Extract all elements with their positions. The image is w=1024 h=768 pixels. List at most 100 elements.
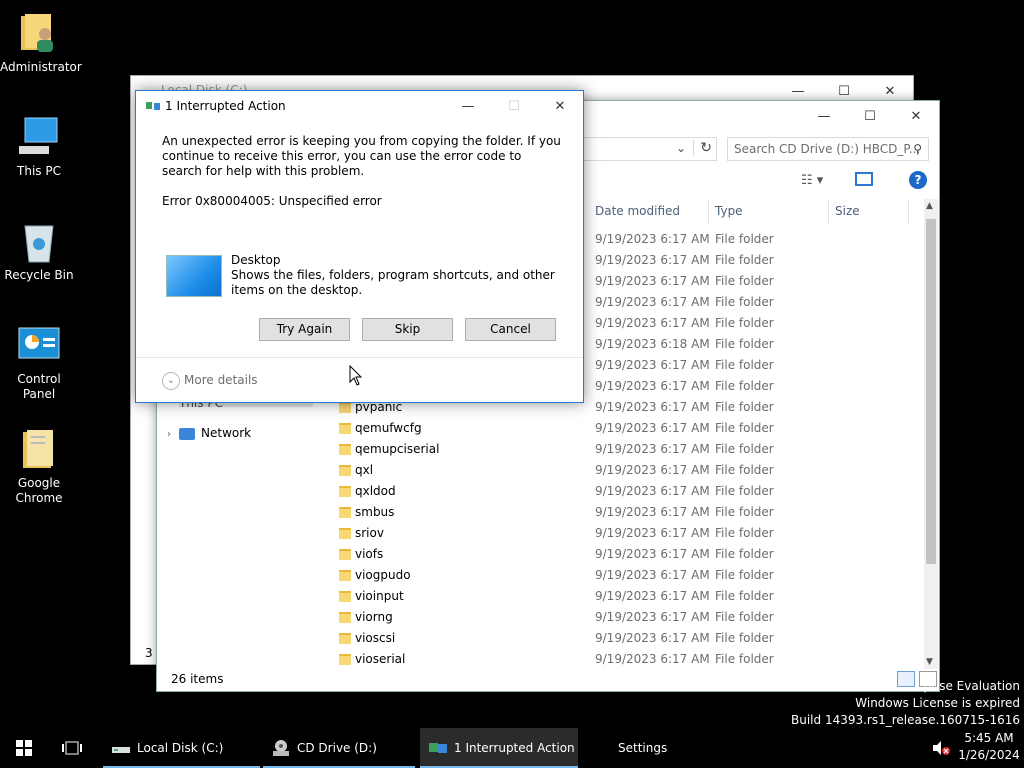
file-date: 9/19/2023 6:17 AM [595, 484, 710, 498]
item-count: 26 items [171, 672, 224, 686]
control-panel-icon [17, 324, 61, 368]
volume-muted-icon[interactable] [932, 740, 950, 756]
desktop-icon-label: Control Panel [17, 372, 61, 401]
file-type: File folder [715, 610, 774, 624]
table-row[interactable]: qemufwcfg 9/19/2023 6:17 AM File folder [335, 418, 925, 439]
view-options-icon[interactable]: ☷ ▾ [801, 173, 823, 188]
system-clock[interactable]: 5:45 AM 1/26/2024 [958, 730, 1020, 764]
file-date: 9/19/2023 6:17 AM [595, 442, 710, 456]
file-date: 9/19/2023 6:17 AM [595, 463, 710, 477]
file-name: smbus [355, 505, 395, 519]
table-row[interactable]: vioinput 9/19/2023 6:17 AM File folder [335, 586, 925, 607]
table-row[interactable]: qemupciserial 9/19/2023 6:17 AM File folde… [335, 439, 925, 460]
table-row[interactable]: viofs 9/19/2023 6:17 AM File folder [335, 544, 925, 565]
try-again-button[interactable]: Try Again [259, 318, 350, 341]
start-button[interactable] [0, 728, 48, 768]
file-type: File folder [715, 505, 774, 519]
watermark-line: Build 14393.rs1_release.160715-1616 [791, 713, 1020, 727]
chevron-down-icon: ⌄ [162, 371, 180, 390]
desktop-icon-this-pc[interactable]: This PC [0, 116, 78, 179]
taskbar-item-label: Settings [618, 741, 668, 755]
folder-icon [339, 507, 351, 518]
search-icon: ⚲ [913, 142, 922, 156]
nav-item-network[interactable]: › Network [167, 423, 251, 443]
file-type: File folder [715, 253, 774, 267]
table-row[interactable]: viorng 9/19/2023 6:17 AM File folder [335, 607, 925, 628]
file-type: File folder [715, 463, 774, 477]
vertical-scrollbar[interactable]: ▲ ▼ [924, 199, 938, 669]
error-code: Error 0x80004005: Unspecified error [162, 194, 382, 208]
file-type: File folder [715, 568, 774, 582]
column-date-modified[interactable]: Date modified [589, 199, 709, 223]
file-type: File folder [715, 274, 774, 288]
table-row[interactable]: sriov 9/19/2023 6:17 AM File folder [335, 523, 925, 544]
file-type: File folder [715, 232, 774, 246]
table-row[interactable]: qxldod 9/19/2023 6:17 AM File folder [335, 481, 925, 502]
file-type: File folder [715, 316, 774, 330]
desktop-icon-label: Google Chrome [15, 476, 63, 505]
taskbar-item-local-disk[interactable]: Local Disk (C:) [103, 728, 260, 768]
table-row[interactable]: vioscsi 9/19/2023 6:17 AM File folder [335, 628, 925, 649]
more-details-toggle[interactable]: ⌄ More details [162, 371, 258, 390]
search-input[interactable]: Search CD Drive (D:) HBCD_P... ⚲ [727, 137, 929, 161]
file-name: qxl [355, 463, 374, 477]
nav-label: Network [201, 426, 252, 440]
desktop-icon-label: Administrator [0, 60, 82, 74]
file-date: 9/19/2023 6:17 AM [595, 316, 710, 330]
folder-icon [339, 444, 351, 455]
maximize-button[interactable]: ☐ [847, 101, 893, 131]
chevron-down-icon[interactable]: ⌄ [676, 141, 686, 155]
interrupted-action-dialog[interactable]: 1 Interrupted Action — ☐ ✕ An unexpected… [135, 90, 584, 403]
table-row[interactable]: viogpudo 9/19/2023 6:17 AM File folder [335, 565, 925, 586]
navigation-pane: This PC ›Network [157, 393, 327, 597]
desktop-icon-administrator[interactable]: Administrator [0, 12, 82, 75]
taskbar-item-label: CD Drive (D:) HBCD... [297, 741, 377, 755]
taskbar: Local Disk (C:) CD Drive (D:) HBCD... 1 … [0, 728, 1024, 768]
copy-operation-icon [429, 743, 447, 753]
refresh-icon[interactable]: ↻ [693, 140, 712, 156]
table-row[interactable]: smbus 9/19/2023 6:17 AM File folder [335, 502, 925, 523]
close-button[interactable]: ✕ [537, 91, 583, 121]
help-icon[interactable]: ? [909, 171, 927, 189]
file-type: File folder [715, 400, 774, 414]
taskbar-item-settings[interactable]: Settings [584, 728, 684, 768]
scrollbar-thumb[interactable] [926, 219, 936, 564]
desktop-icon-control-panel[interactable]: Control Panel [0, 324, 78, 402]
file-type: File folder [715, 358, 774, 372]
minimize-button[interactable]: — [445, 91, 491, 121]
preview-pane-icon[interactable] [855, 172, 873, 186]
file-name: viogpudo [355, 568, 411, 582]
column-label: Type [715, 204, 743, 218]
chevron-right-icon[interactable]: › [167, 425, 179, 445]
file-type: File folder [715, 442, 774, 456]
cancel-button[interactable]: Cancel [465, 318, 556, 341]
watermark-line: prise Evaluation [923, 679, 1020, 693]
column-type[interactable]: Type [709, 199, 829, 223]
copy-operation-icon [146, 102, 160, 110]
dialog-titlebar[interactable]: 1 Interrupted Action — ☐ ✕ [136, 91, 583, 121]
file-type: File folder [715, 379, 774, 393]
taskbar-item-cd-drive[interactable]: CD Drive (D:) HBCD... [263, 728, 415, 768]
file-name: qemupciserial [355, 442, 440, 456]
column-size[interactable]: Size [829, 199, 909, 223]
address-bar[interactable]: ⌄ ↻ [577, 137, 717, 161]
minimize-button[interactable]: — [801, 101, 847, 131]
windows-logo-icon [16, 740, 32, 756]
file-date: 9/19/2023 6:17 AM [595, 358, 710, 372]
folder-icon [339, 423, 351, 434]
taskbar-item-interrupted-action[interactable]: 1 Interrupted Action [420, 728, 578, 768]
desktop-icon-recycle-bin[interactable]: Recycle Bin [0, 220, 78, 283]
table-row[interactable]: qxl 9/19/2023 6:17 AM File folder [335, 460, 925, 481]
task-view-button[interactable] [48, 728, 96, 768]
file-date: 9/19/2023 6:18 AM [595, 337, 710, 351]
scroll-up-icon[interactable]: ▲ [926, 201, 933, 211]
file-date: 9/19/2023 6:17 AM [595, 610, 710, 624]
folder-icon [339, 570, 351, 581]
folder-icon [339, 612, 351, 623]
scroll-down-icon[interactable]: ▼ [926, 657, 933, 667]
divider [136, 357, 583, 358]
skip-button[interactable]: Skip [362, 318, 453, 341]
desktop-icon-google-chrome[interactable]: Google Chrome [0, 428, 78, 506]
file-name: qxldod [355, 484, 396, 498]
close-button[interactable]: ✕ [893, 101, 939, 131]
